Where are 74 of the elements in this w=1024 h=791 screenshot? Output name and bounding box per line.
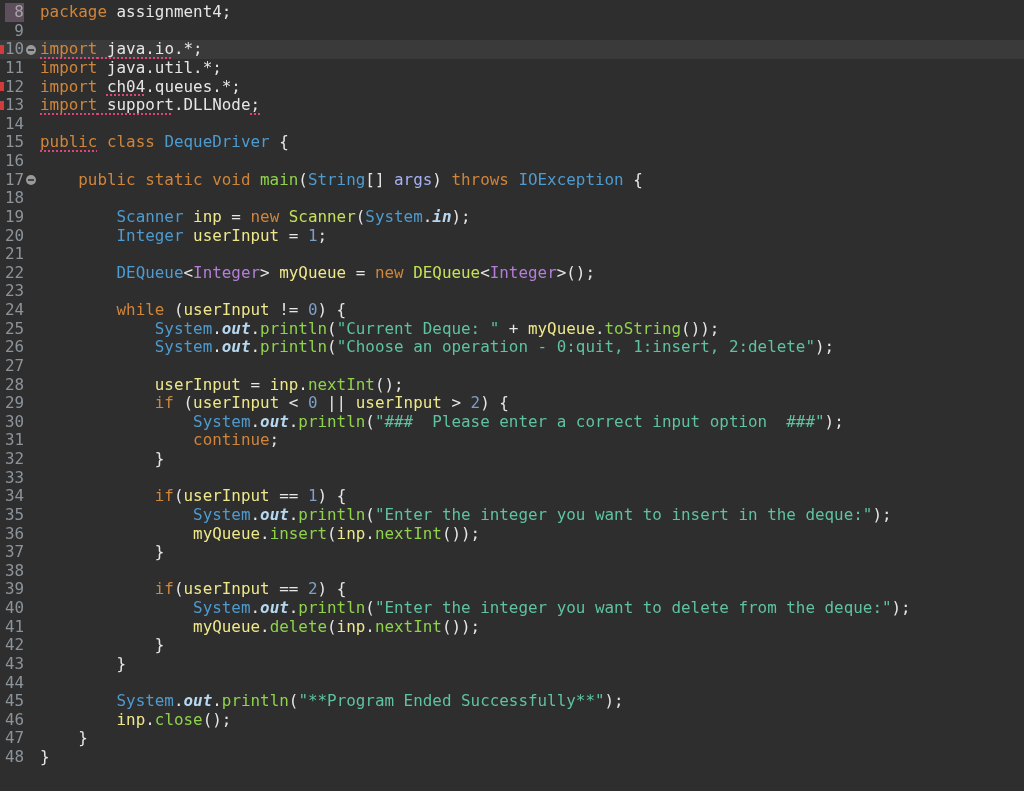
- code-line: while (userInput != 0) {: [115, 301, 347, 320]
- line-number: 15: [5, 133, 25, 152]
- code-line: }: [153, 543, 165, 562]
- line-number: 24: [5, 301, 25, 320]
- code-line: myQueue.delete(inp.nextInt());: [192, 617, 481, 637]
- code-line: }: [153, 636, 165, 655]
- code-line: System.out.println("Enter the integer you want to insert in the deque:");: [192, 505, 892, 525]
- line-number: 39: [5, 580, 25, 599]
- line-number: 8: [5, 3, 24, 22]
- code-line: public class DequeDriver {: [40, 133, 289, 152]
- code-line: continue;: [192, 431, 280, 450]
- collapse-icon[interactable]: [26, 44, 37, 55]
- code-line: package assignment4;: [40, 3, 232, 22]
- line-number: 27: [5, 356, 25, 376]
- code-line: System.out.println("**Program Ended Successfully**");: [115, 692, 624, 711]
- line-number: 20: [5, 226, 25, 246]
- line-number: 25: [5, 319, 25, 339]
- line-number: 34: [5, 487, 25, 506]
- code-line: System.out.println("Current Deque: " + myQueue.toString());: [153, 319, 720, 339]
- line-number: 13: [5, 96, 25, 115]
- line-number: 46: [5, 710, 25, 730]
- line-number: 31: [5, 431, 25, 450]
- line-number: 17: [5, 170, 25, 190]
- code-line: import support.DLLNode;: [40, 96, 261, 115]
- line-number: 36: [5, 524, 25, 544]
- code-line: }: [77, 729, 88, 748]
- code-line: public static void main(String[] args) throws IOException {: [77, 170, 643, 190]
- code-line: import java.util.*;: [40, 58, 222, 78]
- line-number: 32: [5, 450, 25, 469]
- line-number: 47: [5, 729, 25, 748]
- line-number: 33: [5, 468, 25, 488]
- line-number: 45: [5, 692, 25, 711]
- line-number: 28: [5, 375, 25, 395]
- line-number: 26: [5, 338, 25, 357]
- line-number: 44: [5, 673, 25, 693]
- code-line: System.out.println("Enter the integer you want to delete from the deque:");: [192, 599, 911, 618]
- code-line: Integer userInput = 1;: [115, 226, 328, 246]
- line-number: 29: [5, 394, 25, 413]
- line-number: 41: [5, 617, 25, 637]
- line-number: 30: [5, 412, 25, 432]
- code-line: }: [153, 450, 165, 469]
- code-line: DEQueue<Integer> myQueue = new DEQueue<Integer>();: [115, 263, 595, 283]
- line-number: 37: [5, 543, 25, 562]
- code-line: userInput = inp.nextInt();: [153, 375, 404, 395]
- code-line: inp.close();: [115, 710, 232, 730]
- collapse-icon[interactable]: [26, 174, 37, 185]
- line-number: 22: [5, 263, 25, 283]
- code-line: if(userInput == 1) {: [153, 487, 347, 506]
- line-number: 19: [5, 207, 25, 227]
- code-line: import java.io.*;: [40, 40, 203, 59]
- code-line: System.out.println("### Please enter a correct input option ###");: [192, 412, 844, 432]
- line-number: 38: [5, 561, 25, 581]
- line-number: 14: [5, 114, 25, 134]
- line-number: 23: [5, 282, 25, 301]
- line-number: 11: [5, 58, 25, 78]
- code-line: }: [115, 654, 127, 674]
- line-number: 43: [5, 654, 25, 674]
- line-number: 9: [13, 21, 24, 41]
- code-line: System.out.println("Choose an operation - 0:quit, 1:insert, 2:delete");: [153, 338, 835, 357]
- code-line: Scanner inp = new Scanner(System.in);: [115, 207, 471, 227]
- line-number: 10: [5, 40, 25, 59]
- line-number: 40: [5, 599, 25, 618]
- line-number: 42: [5, 636, 25, 655]
- code-line: }: [40, 748, 50, 767]
- code-line: if(userInput == 2) {: [153, 580, 347, 599]
- line-number: 35: [5, 505, 25, 525]
- line-number: 16: [5, 152, 25, 171]
- code-line: myQueue.insert(inp.nextInt());: [192, 524, 481, 544]
- line-number: 18: [5, 189, 25, 208]
- line-number: 21: [5, 245, 25, 264]
- line-number: 48: [5, 748, 25, 767]
- code-line: import ch04.queues.*;: [40, 77, 241, 97]
- line-number: 12: [5, 77, 25, 97]
- code-line: if (userInput < 0 || userInput > 2) {: [153, 394, 509, 413]
